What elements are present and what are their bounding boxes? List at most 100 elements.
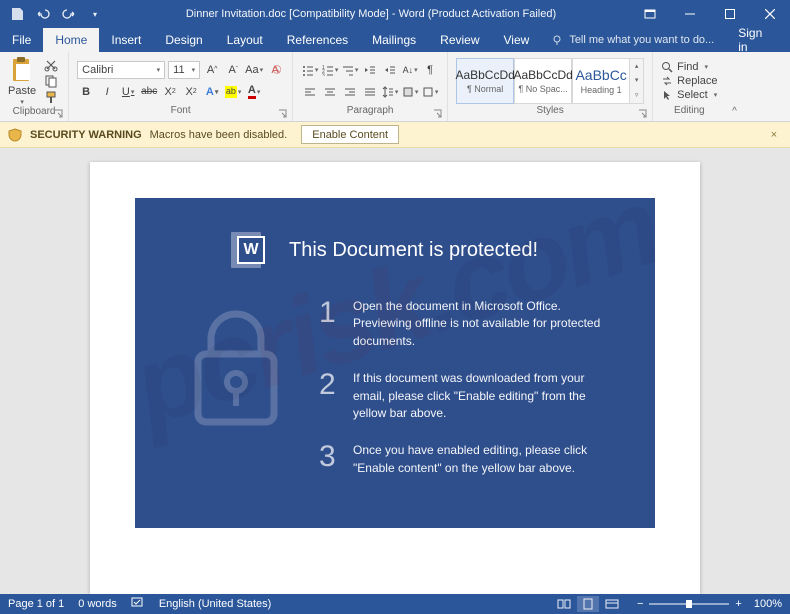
qat-customize-icon[interactable]: ▾ [84, 3, 106, 25]
numbering-icon[interactable]: 123 [321, 61, 339, 79]
change-case-icon[interactable]: Aa [245, 61, 263, 79]
language-indicator[interactable]: English (United States) [159, 598, 272, 610]
ribbon-options-icon[interactable] [630, 0, 670, 28]
zoom-slider[interactable] [649, 603, 729, 605]
font-size-dropdown[interactable]: 11▾ [168, 61, 200, 79]
enable-content-button[interactable]: Enable Content [301, 125, 399, 144]
step-text: If this document was downloaded from you… [353, 370, 609, 422]
tab-view[interactable]: View [492, 28, 542, 52]
font-name-dropdown[interactable]: Calibri▾ [77, 61, 165, 79]
ribbon: Paste ▾ Clipboard Calibri▾ 11▾ A^ Aˇ Aa … [0, 52, 790, 122]
window-title: Dinner Invitation.doc [Compatibility Mod… [112, 8, 630, 20]
replace-icon [661, 75, 673, 87]
dialog-launcher-icon[interactable] [433, 109, 443, 119]
sort-icon[interactable]: A↓ [401, 61, 419, 79]
styles-gallery-more[interactable]: ▴▾▿ [630, 58, 644, 104]
tab-review[interactable]: Review [428, 28, 491, 52]
grow-font-icon[interactable]: A^ [203, 61, 221, 79]
shading-icon[interactable] [401, 83, 419, 101]
print-layout-icon[interactable] [577, 596, 599, 612]
line-spacing-icon[interactable] [381, 83, 399, 101]
cut-icon[interactable] [44, 58, 60, 72]
italic-button[interactable]: I [98, 83, 116, 101]
align-center-icon[interactable] [321, 83, 339, 101]
document-heading: This Document is protected! [289, 239, 538, 262]
tell-me-placeholder: Tell me what you want to do... [569, 34, 714, 46]
show-marks-icon[interactable]: ¶ [421, 61, 439, 79]
paste-label: Paste [8, 85, 36, 97]
bold-button[interactable]: B [77, 83, 95, 101]
spellcheck-icon[interactable] [131, 597, 145, 612]
clear-formatting-icon[interactable]: A⃠ [266, 61, 284, 79]
security-close-icon[interactable]: × [766, 129, 782, 141]
security-warning-text: Macros have been disabled. [150, 129, 288, 141]
format-painter-icon[interactable] [44, 90, 60, 104]
undo-icon[interactable] [32, 3, 54, 25]
share-button[interactable]: Share [776, 28, 790, 52]
dialog-launcher-icon[interactable] [638, 109, 648, 119]
tab-home[interactable]: Home [43, 28, 99, 52]
paste-button[interactable]: Paste ▾ [8, 56, 36, 106]
superscript-button[interactable]: X2 [182, 83, 200, 101]
document-canvas[interactable]: W This Document is protected! 1Open the … [0, 148, 790, 594]
page-indicator[interactable]: Page 1 of 1 [8, 598, 64, 610]
justify-icon[interactable] [361, 83, 379, 101]
bullets-icon[interactable] [301, 61, 319, 79]
tab-file[interactable]: File [0, 28, 43, 52]
quick-access-toolbar: ▾ [0, 3, 112, 25]
font-group-label: Font [171, 105, 191, 116]
tab-insert[interactable]: Insert [99, 28, 153, 52]
dialog-launcher-icon[interactable] [278, 109, 288, 119]
zoom-out-button[interactable]: − [637, 598, 643, 610]
borders-icon[interactable] [421, 83, 439, 101]
replace-button[interactable]: Replace [661, 75, 717, 87]
web-layout-icon[interactable] [601, 596, 623, 612]
title-bar: ▾ Dinner Invitation.doc [Compatibility M… [0, 0, 790, 28]
minimize-button[interactable] [670, 0, 710, 28]
zoom-in-button[interactable]: + [735, 598, 741, 610]
security-warning-title: SECURITY WARNING [30, 129, 142, 141]
align-right-icon[interactable] [341, 83, 359, 101]
dialog-launcher-icon[interactable] [54, 109, 64, 119]
tell-me-search[interactable]: Tell me what you want to do... [541, 28, 724, 52]
subscript-button[interactable]: X2 [161, 83, 179, 101]
align-left-icon[interactable] [301, 83, 319, 101]
text-effects-icon[interactable]: A [203, 83, 221, 101]
group-font: Calibri▾ 11▾ A^ Aˇ Aa A⃠ B I U abc X2 X2… [69, 52, 293, 121]
page: W This Document is protected! 1Open the … [90, 162, 700, 594]
increase-indent-icon[interactable] [381, 61, 399, 79]
tab-mailings[interactable]: Mailings [360, 28, 428, 52]
close-button[interactable] [750, 0, 790, 28]
maximize-button[interactable] [710, 0, 750, 28]
highlight-icon[interactable]: ab [224, 83, 242, 101]
zoom-level[interactable]: 100% [754, 598, 782, 610]
copy-icon[interactable] [44, 74, 60, 88]
window-controls [630, 0, 790, 28]
collapse-ribbon-icon[interactable]: ^ [726, 52, 744, 121]
group-clipboard: Paste ▾ Clipboard [0, 52, 69, 121]
style-heading-1[interactable]: AaBbCcHeading 1 [572, 58, 630, 104]
select-button[interactable]: Select▾ [661, 89, 717, 101]
find-button[interactable]: Find▾ [661, 61, 717, 73]
lock-icon [181, 304, 291, 477]
tab-references[interactable]: References [275, 28, 360, 52]
decrease-indent-icon[interactable] [361, 61, 379, 79]
tab-design[interactable]: Design [153, 28, 214, 52]
redo-icon[interactable] [58, 3, 80, 25]
security-warning-bar: SECURITY WARNING Macros have been disabl… [0, 122, 790, 148]
zoom-control: − + 100% [637, 598, 782, 610]
underline-button[interactable]: U [119, 83, 137, 101]
font-color-icon[interactable]: A [245, 83, 263, 101]
style-no-spacing[interactable]: AaBbCcDd¶ No Spac... [514, 58, 572, 104]
multilevel-list-icon[interactable] [341, 61, 359, 79]
word-count[interactable]: 0 words [78, 598, 117, 610]
save-icon[interactable] [6, 3, 28, 25]
group-styles: AaBbCcDd¶ Normal AaBbCcDd¶ No Spac... Aa… [448, 52, 653, 121]
tab-layout[interactable]: Layout [215, 28, 275, 52]
strikethrough-button[interactable]: abc [140, 83, 158, 101]
shrink-font-icon[interactable]: Aˇ [224, 61, 242, 79]
status-bar: Page 1 of 1 0 words English (United Stat… [0, 594, 790, 614]
read-mode-icon[interactable] [553, 596, 575, 612]
style-normal[interactable]: AaBbCcDd¶ Normal [456, 58, 514, 104]
sign-in-link[interactable]: Sign in [724, 28, 776, 52]
